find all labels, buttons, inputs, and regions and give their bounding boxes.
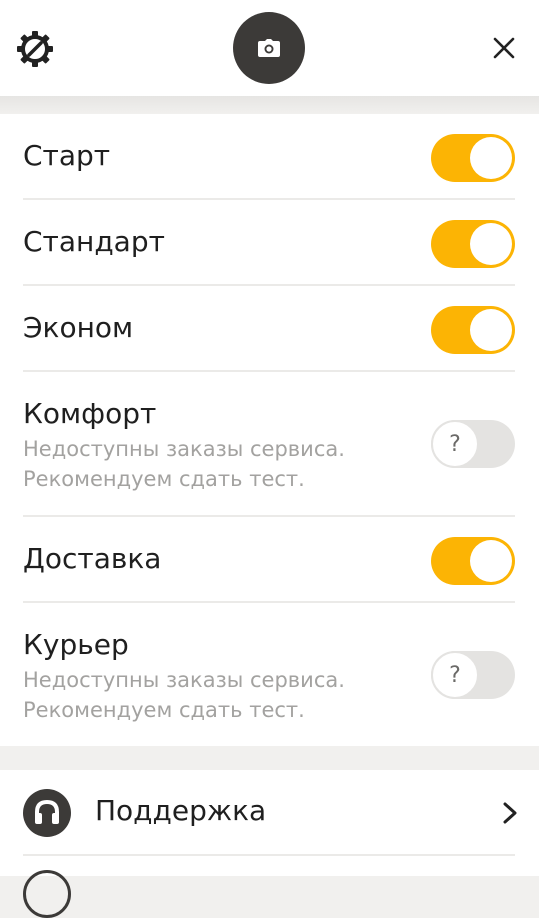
- toggle-knob: [470, 540, 512, 582]
- question-icon: ?: [431, 651, 479, 699]
- support-label: Поддержка: [95, 794, 267, 827]
- question-icon: ?: [431, 420, 479, 468]
- tariff-toggle-economy[interactable]: [431, 306, 515, 354]
- tariff-toggle-courier[interactable]: ?: [431, 651, 515, 699]
- tariff-row-start: Старт: [0, 114, 539, 200]
- tariff-note-line1: Недоступны заказы сервиса.: [23, 668, 345, 692]
- top-bar: [0, 0, 539, 114]
- chevron-right-icon: [503, 802, 517, 824]
- tariff-row-comfort: Комфорт Недоступны заказы сервиса. Реком…: [0, 372, 539, 517]
- tariff-label: Курьер: [23, 628, 129, 661]
- menu-card: Поддержка: [0, 770, 539, 918]
- camera-button[interactable]: [233, 12, 305, 84]
- tariff-label: Эконом: [23, 311, 134, 344]
- camera-icon: [258, 39, 280, 57]
- support-menu-item[interactable]: Поддержка: [0, 770, 539, 856]
- tariff-note-line2: Рекомендуем сдать тест.: [23, 467, 305, 491]
- tariffs-card: Старт Стандарт Эконом Комфорт Недоступны…: [0, 114, 539, 746]
- close-button[interactable]: [484, 28, 524, 68]
- settings-button[interactable]: [14, 28, 56, 70]
- toggle-knob: [470, 137, 512, 179]
- tariff-note-line1: Недоступны заказы сервиса.: [23, 437, 345, 461]
- tariff-row-economy: Эконом: [0, 286, 539, 372]
- tariff-toggle-delivery[interactable]: [431, 537, 515, 585]
- tariff-label: Старт: [23, 139, 111, 172]
- tariff-label: Доставка: [23, 542, 162, 575]
- tariff-row-standard: Стандарт: [0, 200, 539, 286]
- toggle-knob: [470, 309, 512, 351]
- tariff-label: Стандарт: [23, 225, 165, 258]
- next-menu-icon: [23, 870, 71, 918]
- tariff-toggle-comfort[interactable]: ?: [431, 420, 515, 468]
- close-icon: [493, 37, 515, 59]
- header-shadow: [0, 96, 539, 114]
- gear-icon: [17, 31, 53, 67]
- toggle-knob: [470, 223, 512, 265]
- tariff-label: Комфорт: [23, 397, 157, 430]
- headset-icon: [23, 789, 71, 837]
- tariff-toggle-start[interactable]: [431, 134, 515, 182]
- tariff-toggle-standard[interactable]: [431, 220, 515, 268]
- tariff-row-delivery: Доставка: [0, 517, 539, 603]
- tariff-row-courier: Курьер Недоступны заказы сервиса. Рекоме…: [0, 603, 539, 746]
- divider: [23, 854, 515, 856]
- tariff-note-line2: Рекомендуем сдать тест.: [23, 698, 305, 722]
